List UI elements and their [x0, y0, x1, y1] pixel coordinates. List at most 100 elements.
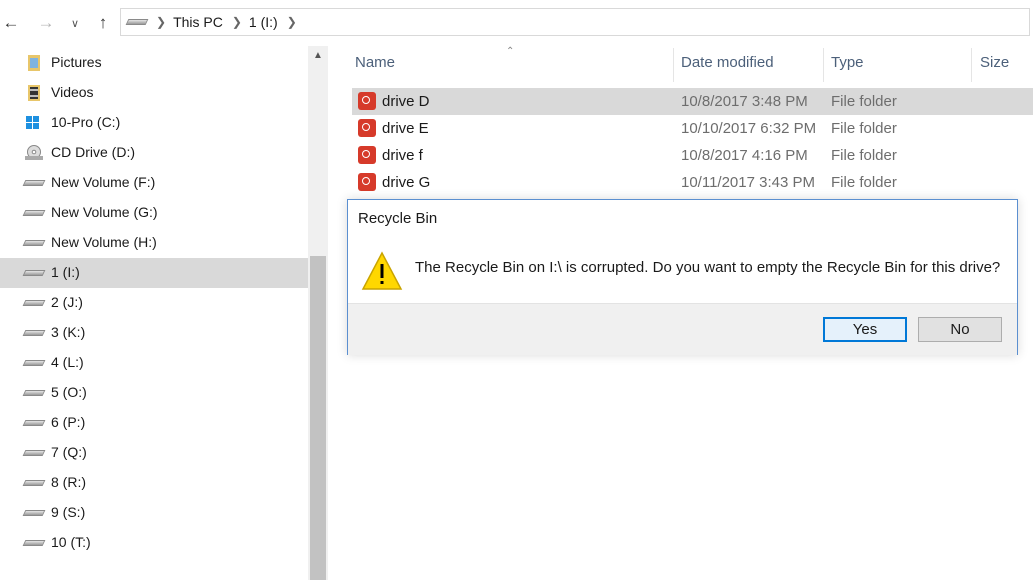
sidebar-item-pictures[interactable]: Pictures	[0, 48, 308, 78]
sidebar-item-label: CD Drive (D:)	[51, 144, 135, 160]
column-header-date-modified[interactable]: Date modified	[681, 54, 774, 74]
navigation-bar: ← → ∨ ↑ ❯ This PC ❯ 1 (I:) ❯	[0, 0, 1033, 46]
sidebar-item-p-drive[interactable]: 6 (P:)	[0, 408, 308, 438]
sidebar-item-q-drive[interactable]: 7 (Q:)	[0, 438, 308, 468]
drive-icon	[24, 415, 44, 431]
sidebar-item-r-drive[interactable]: 8 (R:)	[0, 468, 308, 498]
drive-icon	[24, 475, 44, 491]
drive-icon	[24, 445, 44, 461]
column-divider[interactable]	[673, 48, 674, 82]
drive-icon	[24, 535, 44, 551]
up-arrow-icon[interactable]: ↑	[92, 10, 114, 36]
back-arrow-icon[interactable]: ←	[0, 10, 22, 36]
sidebar-item-label: Videos	[51, 84, 94, 100]
drive-icon	[127, 17, 147, 27]
breadcrumb-drive[interactable]: 1 (I:)	[249, 14, 278, 30]
sidebar-item-label: 10 (T:)	[51, 534, 91, 550]
column-divider[interactable]	[823, 48, 824, 82]
file-name: drive D	[382, 93, 430, 110]
drive-icon	[24, 205, 44, 221]
chevron-down-icon[interactable]: ∨	[66, 10, 84, 36]
file-type: File folder	[831, 120, 897, 137]
sidebar-item-label: 8 (R:)	[51, 474, 86, 490]
file-type: File folder	[831, 174, 897, 191]
file-folder-error-icon	[358, 146, 376, 164]
column-header-name[interactable]: Name	[355, 54, 395, 74]
file-type: File folder	[831, 93, 897, 110]
sidebar-item-label: Pictures	[51, 54, 102, 70]
column-header-type[interactable]: Type	[831, 54, 864, 74]
sidebar-item-i-drive[interactable]: 1 (I:)	[0, 258, 308, 288]
sidebar-item-s-drive[interactable]: 9 (S:)	[0, 498, 308, 528]
sidebar-item-f-drive[interactable]: New Volume (F:)	[0, 168, 308, 198]
sidebar-item-label: 3 (K:)	[51, 324, 86, 340]
drive-icon	[24, 505, 44, 521]
sidebar-item-label: New Volume (F:)	[51, 174, 156, 190]
sidebar-item-g-drive[interactable]: New Volume (G:)	[0, 198, 308, 228]
sidebar-item-d-drive[interactable]: CD Drive (D:)	[0, 138, 308, 168]
chevron-right-icon[interactable]: ❯	[232, 15, 242, 29]
address-bar[interactable]: ❯ This PC ❯ 1 (I:) ❯	[120, 8, 1030, 36]
sidebar-item-l-drive[interactable]: 4 (L:)	[0, 348, 308, 378]
dialog-title: Recycle Bin	[358, 210, 438, 227]
table-row[interactable]: drive G 10/11/2017 3:43 PM File folder	[352, 169, 1033, 196]
sidebar-item-label: New Volume (G:)	[51, 204, 158, 220]
chevron-right-icon[interactable]: ❯	[156, 15, 166, 29]
drive-icon	[24, 385, 44, 401]
sidebar-item-label: 9 (S:)	[51, 504, 86, 520]
sidebar-item-label: 7 (Q:)	[51, 444, 87, 460]
table-row[interactable]: drive E 10/10/2017 6:32 PM File folder	[352, 115, 1033, 142]
pictures-folder-icon	[24, 55, 44, 71]
no-button[interactable]: No	[918, 317, 1002, 342]
file-date: 10/8/2017 4:16 PM	[681, 147, 808, 164]
forward-arrow-icon[interactable]: →	[34, 10, 58, 36]
windows-drive-icon	[24, 115, 44, 131]
cd-drive-icon	[24, 145, 44, 161]
drive-icon	[24, 235, 44, 251]
sidebar-item-h-drive[interactable]: New Volume (H:)	[0, 228, 308, 258]
table-row[interactable]: drive D 10/8/2017 3:48 PM File folder	[352, 88, 1033, 115]
file-folder-error-icon	[358, 92, 376, 110]
file-folder-error-icon	[358, 173, 376, 191]
sidebar-item-j-drive[interactable]: 2 (J:)	[0, 288, 308, 318]
recycle-bin-dialog: Recycle Bin The Recycle Bin on I:\ is co…	[347, 199, 1018, 355]
file-date: 10/11/2017 3:43 PM	[681, 174, 815, 191]
chevron-right-icon[interactable]: ❯	[287, 15, 297, 29]
file-date: 10/8/2017 3:48 PM	[681, 93, 808, 110]
sidebar-item-o-drive[interactable]: 5 (O:)	[0, 378, 308, 408]
file-name: drive f	[382, 147, 423, 164]
navigation-pane: Pictures Videos 10-Pro (C:) CD Drive (D:…	[0, 46, 308, 580]
sidebar-item-k-drive[interactable]: 3 (K:)	[0, 318, 308, 348]
dialog-message: The Recycle Bin on I:\ is corrupted. Do …	[415, 259, 1001, 276]
sidebar-item-label: 10-Pro (C:)	[51, 114, 121, 130]
drive-icon	[24, 175, 44, 191]
sidebar-item-label: 5 (O:)	[51, 384, 87, 400]
sort-ascending-icon: ⌃	[506, 46, 515, 57]
scroll-up-arrow-icon[interactable]: ▲	[308, 50, 328, 66]
dialog-button-bar: Yes No	[348, 303, 1017, 355]
column-divider[interactable]	[971, 48, 972, 82]
sidebar-item-t-drive[interactable]: 10 (T:)	[0, 528, 308, 558]
file-name: drive E	[382, 120, 429, 137]
scroll-thumb[interactable]	[310, 256, 326, 580]
sidebar-item-label: 4 (L:)	[51, 354, 84, 370]
drive-icon	[24, 265, 44, 281]
sidebar-item-label: 2 (J:)	[51, 294, 83, 310]
file-date: 10/10/2017 6:32 PM	[681, 120, 817, 137]
yes-button[interactable]: Yes	[823, 317, 907, 342]
sidebar-item-c-drive[interactable]: 10-Pro (C:)	[0, 108, 308, 138]
drive-icon	[24, 355, 44, 371]
file-name: drive G	[382, 174, 431, 191]
column-header-size[interactable]: Size	[980, 54, 1009, 74]
breadcrumb-this-pc[interactable]: This PC	[173, 14, 223, 30]
sidebar-item-label: New Volume (H:)	[51, 234, 157, 250]
sidebar-item-videos[interactable]: Videos	[0, 78, 308, 108]
sidebar-item-label: 1 (I:)	[51, 264, 80, 280]
table-row[interactable]: drive f 10/8/2017 4:16 PM File folder	[352, 142, 1033, 169]
drive-icon	[24, 325, 44, 341]
warning-icon	[361, 251, 403, 291]
videos-folder-icon	[24, 85, 44, 101]
navigation-scrollbar[interactable]: ▲	[308, 46, 328, 580]
file-type: File folder	[831, 147, 897, 164]
sidebar-item-label: 6 (P:)	[51, 414, 86, 430]
